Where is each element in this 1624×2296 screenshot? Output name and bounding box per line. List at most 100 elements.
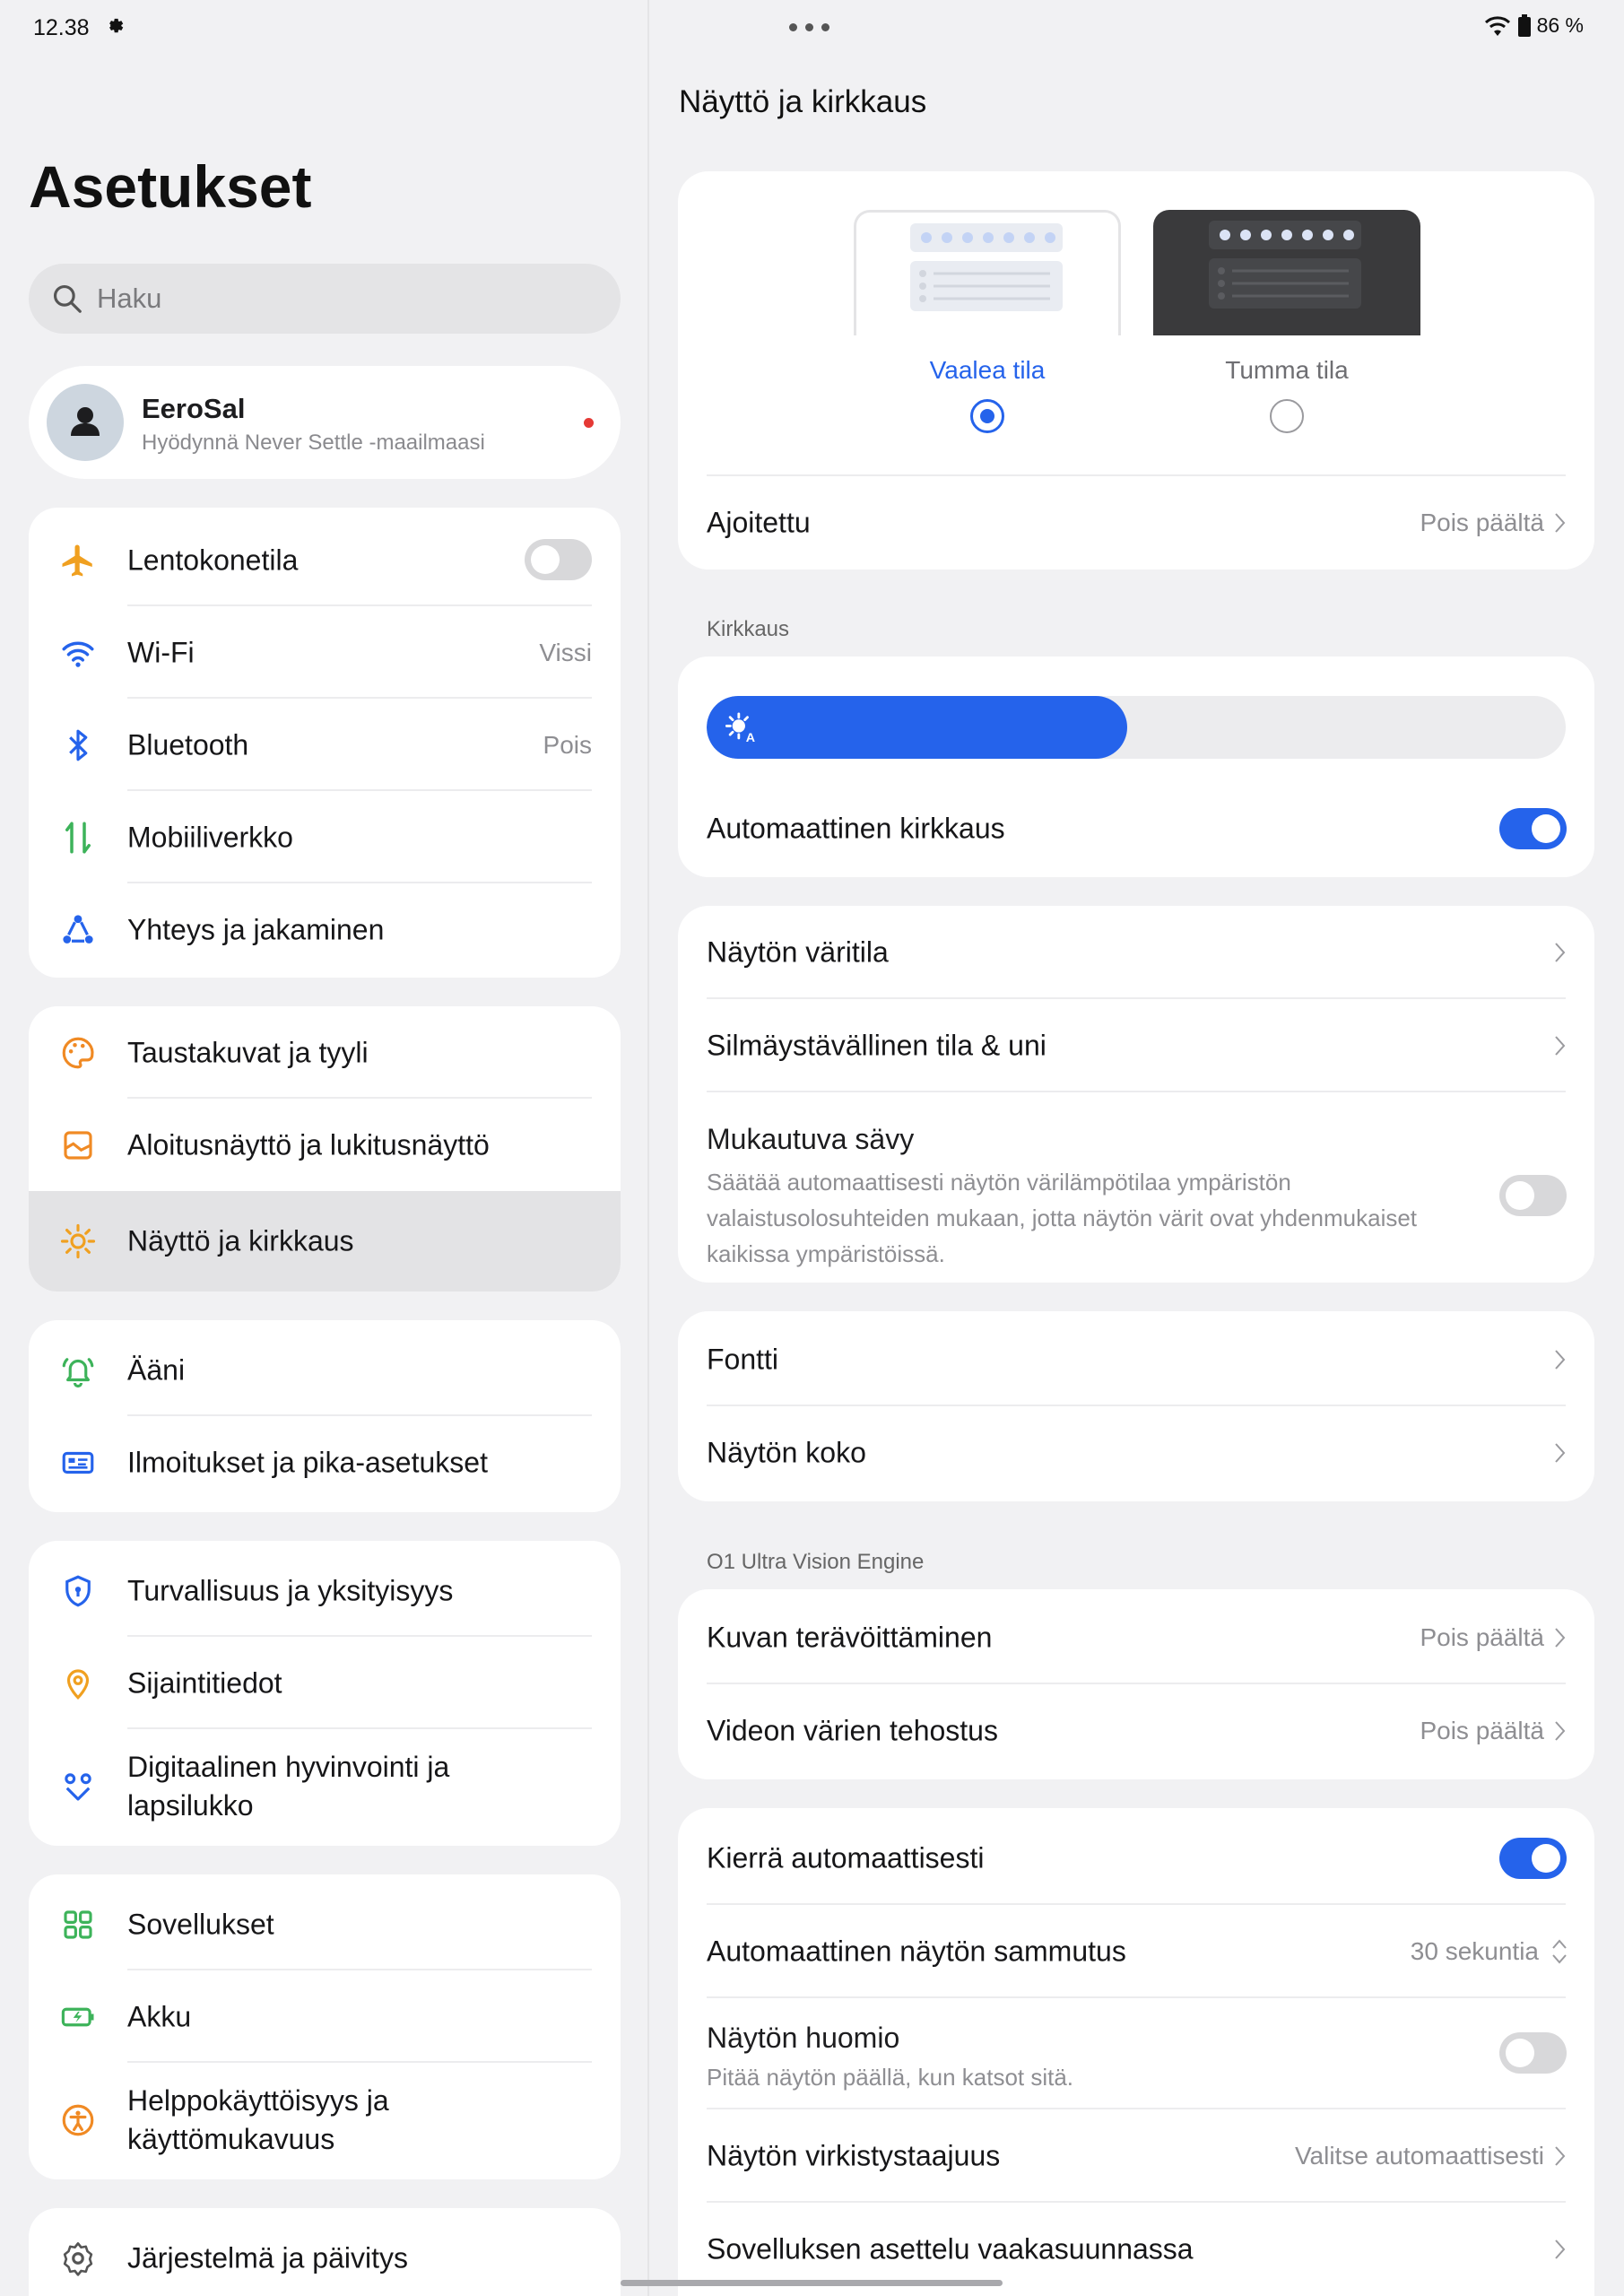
- airplane-toggle[interactable]: [525, 539, 592, 580]
- brightness-slider[interactable]: A: [707, 696, 1566, 759]
- sidebar-item-display-brightness[interactable]: Näyttö ja kirkkaus: [29, 1191, 621, 1292]
- dark-mode-radio[interactable]: [1270, 399, 1304, 433]
- brightness-card: A Automaattinen kirkkaus: [678, 657, 1594, 877]
- sidebar-item-security[interactable]: Turvallisuus ja yksityisyys: [29, 1544, 621, 1637]
- display-size-label: Näytön koko: [707, 1436, 866, 1469]
- sidebar-item-wallpaper[interactable]: Taustakuvat ja tyyli: [29, 1006, 621, 1099]
- sidebar-item-digital-wellbeing[interactable]: Digitaalinen hyvinvointi ja lapsilukko: [29, 1729, 621, 1844]
- settings-group-appearance: Taustakuvat ja tyyli Aloitusnäyttö ja lu…: [29, 1006, 621, 1292]
- sidebar-item-label: Lentokonetila: [127, 544, 299, 576]
- adaptive-tone-toggle[interactable]: [1499, 1175, 1567, 1216]
- video-enhancement-row[interactable]: Videon värien tehostus Pois päältä: [678, 1684, 1594, 1778]
- sidebar-item-wifi[interactable]: Wi-Fi Vissi: [29, 606, 621, 699]
- sidebar-item-label: Sovellukset: [127, 1908, 274, 1940]
- sharpening-value: Pois päältä: [1420, 1623, 1544, 1651]
- display-size-row[interactable]: Näytön koko: [678, 1406, 1594, 1500]
- auto-brightness-toggle[interactable]: [1499, 808, 1567, 849]
- chevron-up-down-icon: [1552, 1939, 1567, 1964]
- sidebar-item-label: Wi-Fi: [127, 636, 195, 668]
- adaptive-tone-row: Mukautuva sävy Säätää automaattisesti nä…: [678, 1092, 1594, 1283]
- sidebar-item-bluetooth[interactable]: Bluetooth Pois: [29, 699, 621, 791]
- color-mode-row[interactable]: Näytön väritila: [678, 906, 1594, 999]
- sharpening-row[interactable]: Kuvan terävöittäminen Pois päältä: [678, 1591, 1594, 1684]
- font-label: Fontti: [707, 1343, 779, 1376]
- sidebar-item-label: Sijaintitiedot: [127, 1666, 282, 1699]
- screen-attention-desc: Pitää näytön päällä, kun katsot sitä.: [707, 2064, 1074, 2091]
- avatar: [47, 384, 124, 461]
- chevron-right-icon: [1555, 513, 1566, 533]
- eye-comfort-row[interactable]: Silmäystävällinen tila & uni: [678, 999, 1594, 1092]
- chevron-right-icon: [1555, 1628, 1566, 1648]
- sidebar-item-system[interactable]: Järjestelmä ja päivitys: [29, 2212, 621, 2296]
- scheduled-row[interactable]: Ajoitettu Pois päältä: [678, 476, 1594, 570]
- sun-icon: [59, 1222, 97, 1260]
- wifi-value: Vissi: [539, 638, 592, 666]
- sidebar-item-battery[interactable]: Akku: [29, 1970, 621, 2063]
- settings-group-apps: Sovellukset Akku Helppokäyttöisyys ja kä…: [29, 1874, 621, 2179]
- home-indicator[interactable]: [621, 2280, 1003, 2286]
- sidebar-item-label: Turvallisuus ja yksityisyys: [127, 1574, 454, 1606]
- sidebar-item-label: Digitaalinen hyvinvointi ja lapsilukko: [127, 1751, 450, 1822]
- settings-group-system: Järjestelmä ja päivitys: [29, 2208, 621, 2296]
- sidebar-item-home-lock-screen[interactable]: Aloitusnäyttö ja lukitusnäyttö: [29, 1099, 621, 1191]
- search-input[interactable]: [97, 283, 599, 315]
- light-mode-radio[interactable]: [970, 399, 1004, 433]
- screen-attention-toggle[interactable]: [1499, 2032, 1567, 2074]
- sidebar-item-label: Ääni: [127, 1353, 186, 1386]
- screen-attention-row: Näytön huomio Pitää näytön päällä, kun k…: [678, 1998, 1594, 2109]
- search-bar[interactable]: [29, 264, 621, 334]
- home-screen-icon: [59, 1126, 97, 1164]
- sidebar-item-sound[interactable]: Ääni: [29, 1324, 621, 1416]
- landscape-layout-label: Sovelluksen asettelu vaakasuunnassa: [707, 2232, 1194, 2266]
- auto-brightness-icon: A: [725, 712, 755, 744]
- refresh-rate-value: Valitse automaattisesti: [1294, 2142, 1544, 2170]
- bluetooth-value: Pois: [543, 730, 592, 759]
- accessibility-icon: [59, 2101, 97, 2139]
- auto-brightness-row: Automaattinen kirkkaus: [678, 782, 1594, 875]
- account-card[interactable]: EeroSal Hyödynnä Never Settle -maailmaas…: [29, 366, 621, 479]
- search-icon: [53, 284, 82, 313]
- apps-grid-icon: [59, 1906, 97, 1944]
- bluetooth-icon: [59, 726, 97, 764]
- sidebar-item-label: Näyttö ja kirkkaus: [127, 1224, 354, 1257]
- chevron-right-icon: [1555, 1721, 1566, 1741]
- sidebar-item-notifications[interactable]: Ilmoitukset ja pika-asetukset: [29, 1416, 621, 1509]
- sidebar-item-label: Helppokäyttöisyys ja käyttömukavuus: [127, 2084, 389, 2155]
- sharpening-label: Kuvan terävöittäminen: [707, 1621, 993, 1654]
- brightness-slider-fill: [707, 696, 1128, 759]
- dark-mode-label: Tumma tila: [1225, 356, 1349, 384]
- sidebar-item-location[interactable]: Sijaintitiedot: [29, 1637, 621, 1729]
- wellbeing-icon: [59, 1768, 97, 1805]
- sidebar-item-label: Yhteys ja jakaminen: [127, 913, 385, 945]
- refresh-rate-row[interactable]: Näytön virkistystaajuus Valitse automaat…: [678, 2109, 1594, 2203]
- sidebar-item-label: Taustakuvat ja tyyli: [127, 1036, 369, 1068]
- adaptive-tone-desc-2: valaistusolosuhteiden mukaan, jotta näyt…: [707, 1205, 1418, 1231]
- screen-timeout-row[interactable]: Automaattinen näytön sammutus 30 sekunti…: [678, 1905, 1594, 1998]
- chevron-right-icon: [1555, 1443, 1566, 1463]
- sidebar-item-apps[interactable]: Sovellukset: [29, 1878, 621, 1970]
- detail-title: Näyttö ja kirkkaus: [679, 84, 927, 119]
- settings-group-security: Turvallisuus ja yksityisyys Sijaintitied…: [29, 1541, 621, 1846]
- auto-rotate-toggle[interactable]: [1499, 1838, 1567, 1879]
- font-row[interactable]: Fontti: [678, 1313, 1594, 1406]
- sidebar-item-mobile-network[interactable]: Mobiiliverkko: [29, 791, 621, 883]
- color-mode-label: Näytön väritila: [707, 935, 889, 969]
- adaptive-tone-desc-3: kaikissa ympäristöissä.: [707, 1240, 945, 1267]
- sidebar-item-label: Ilmoitukset ja pika-asetukset: [127, 1446, 488, 1478]
- sidebar-item-label: Järjestelmä ja päivitys: [127, 2241, 408, 2274]
- light-mode-preview[interactable]: [854, 210, 1121, 335]
- sidebar-item-label: Akku: [127, 2000, 192, 2032]
- sidebar-item-connection-sharing[interactable]: Yhteys ja jakaminen: [29, 883, 621, 976]
- dark-mode-preview[interactable]: [1153, 210, 1420, 335]
- settings-group-connectivity: Lentokonetila Wi-Fi Vissi Bluetooth Pois…: [29, 508, 621, 978]
- chevron-right-icon: [1555, 2239, 1566, 2259]
- sidebar-item-accessibility[interactable]: Helppokäyttöisyys ja käyttömukavuus: [29, 2063, 621, 2178]
- sidebar-item-airplane[interactable]: Lentokonetila: [29, 514, 621, 606]
- video-enhancement-label: Videon värien tehostus: [707, 1714, 998, 1747]
- screen-timeout-value: 30 sekuntia: [1410, 1937, 1539, 1965]
- wifi-icon: [59, 634, 97, 672]
- multitask-dots-icon[interactable]: [789, 23, 829, 31]
- scheduled-label: Ajoitettu: [707, 506, 811, 539]
- account-name: EeroSal: [142, 393, 246, 424]
- chevron-right-icon: [1555, 943, 1566, 962]
